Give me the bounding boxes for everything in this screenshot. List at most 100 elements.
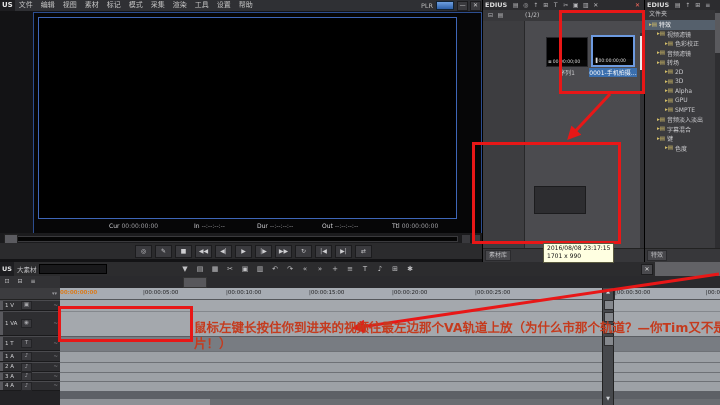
menu-item[interactable]: 文件 — [15, 0, 37, 11]
set-in-icon[interactable]: « — [300, 264, 310, 274]
clip-thumbnail-selected[interactable]: ▐00:00:00;00 — [591, 35, 635, 67]
track-height-button-4[interactable] — [604, 336, 614, 346]
palette-scrollbar[interactable] — [715, 10, 720, 248]
play-button[interactable]: ▶ — [235, 245, 252, 258]
effect-tab[interactable]: 特效 — [647, 250, 667, 261]
timeline-vscrollbar[interactable]: ▲ ▼ — [602, 288, 614, 405]
track-lane-a3[interactable] — [60, 372, 720, 381]
menu-item[interactable]: 工具 — [191, 0, 213, 11]
effect-tree-item[interactable]: ▸▤ 键 — [645, 134, 715, 144]
effect-tree-item[interactable]: ▸▤ 3D — [645, 77, 715, 87]
track-lane-a2[interactable] — [60, 362, 720, 372]
menu-item[interactable]: 渲染 — [169, 0, 191, 11]
menu-item[interactable]: 模式 — [125, 0, 147, 11]
track-height-button-1[interactable] — [604, 300, 614, 310]
menu-item[interactable]: 编辑 — [37, 0, 59, 11]
track-header-v[interactable]: 1 V ▣~ — [0, 300, 60, 311]
track-header-a1[interactable]: 1 A ♪~ — [0, 351, 60, 362]
effect-tree-item[interactable]: ▸▤ 特效 — [645, 20, 715, 30]
eye-icon[interactable]: ◉ — [21, 319, 32, 328]
new-sequence-icon[interactable]: ▼ — [180, 264, 190, 274]
menu-item[interactable]: 帮助 — [235, 0, 257, 11]
timeline-hscrollbar[interactable] — [60, 399, 720, 405]
speaker-icon[interactable]: ♪ — [21, 382, 32, 391]
collapse-icon[interactable]: ⊟ — [486, 11, 495, 20]
stop-button[interactable]: ■ — [175, 245, 192, 258]
speaker-icon[interactable]: ♪ — [21, 372, 32, 381]
layout-icon[interactable]: ⊞ — [390, 264, 400, 274]
track-height-button-2[interactable] — [604, 312, 614, 322]
effect-tree-item[interactable]: ▸▤ 视频滤镜 — [645, 30, 715, 40]
track-header-a3[interactable]: 3 A ♪~ — [0, 372, 60, 381]
up-folder-icon[interactable]: ↑ — [531, 1, 540, 10]
title-new-icon[interactable]: T — [551, 1, 560, 10]
menu-item[interactable]: 标记 — [103, 0, 125, 11]
rewind-button[interactable]: ◀◀ — [195, 245, 212, 258]
menu-item[interactable]: 素材 — [81, 0, 103, 11]
root-folder-icon[interactable]: ▤ — [496, 11, 505, 20]
menu-icon[interactable]: ≡ — [703, 1, 712, 10]
effect-tree-item[interactable]: ▸▤ GPU — [645, 96, 715, 106]
palette-scrollbar-handle[interactable] — [715, 13, 720, 53]
delete-icon[interactable]: ✕ — [591, 1, 600, 10]
folder-icon[interactable]: ▤ — [673, 1, 682, 10]
clip-thumbnail[interactable]: ≣00:00:00;00 — [546, 37, 588, 67]
effect-tree-item[interactable]: ▸▤ 2D — [645, 68, 715, 78]
title-track-icon[interactable]: T — [21, 339, 32, 348]
effect-tree-item[interactable]: ▸▤ 音频滤镜 — [645, 49, 715, 59]
menu-item[interactable]: 采集 — [147, 0, 169, 11]
menu-item[interactable]: 设置 — [213, 0, 235, 11]
speaker-icon[interactable]: ♪ — [21, 363, 32, 372]
effect-tree-item[interactable]: ▸▤ 色度 — [645, 144, 715, 154]
title-icon[interactable]: T — [360, 264, 370, 274]
zoom-tool-icon[interactable]: ◎ — [135, 245, 152, 258]
fast-forward-button[interactable]: ▶▶ — [275, 245, 292, 258]
close-icon[interactable]: ✕ — [641, 264, 653, 275]
track-lane-v[interactable] — [60, 300, 720, 311]
scroll-down-icon[interactable]: ▼ — [604, 396, 612, 403]
audio-mixer-icon[interactable]: ≡ — [345, 264, 355, 274]
bin-tab[interactable]: 素材库 — [485, 250, 511, 261]
track-lane-a4[interactable] — [60, 381, 720, 391]
track-lane-t[interactable] — [60, 336, 720, 351]
track-header-a4[interactable]: 4 A ♪~ — [0, 381, 60, 391]
effect-tree-item[interactable]: ▸▤ 音频淡入淡出 — [645, 115, 715, 125]
set-out-icon[interactable]: » — [315, 264, 325, 274]
minimize-icon[interactable]: — — [457, 1, 468, 11]
scroll-up-icon[interactable]: ▲ — [604, 289, 612, 296]
timeline-ruler[interactable]: 00:00:00:00|00:00:05:00|00:00:10:00|00:0… — [60, 288, 602, 300]
effect-tree-item[interactable]: ▸▤ 色彩校正 — [645, 39, 715, 49]
step-forward-button[interactable]: |▶ — [255, 245, 272, 258]
effect-tree-item[interactable]: ▸▤ SMPTE — [645, 106, 715, 116]
goto-in-button[interactable]: |◀ — [315, 245, 332, 258]
track-header-a2[interactable]: 2 A ♪~ — [0, 362, 60, 372]
copy-icon[interactable]: ▣ — [240, 264, 250, 274]
settings-icon[interactable]: ✱ — [405, 264, 415, 274]
track-lane-va[interactable] — [60, 311, 720, 336]
step-back-button[interactable]: ◀| — [215, 245, 232, 258]
search-icon[interactable]: ◎ — [521, 1, 530, 10]
paste-icon[interactable]: ▥ — [581, 1, 590, 10]
speaker-icon[interactable]: ♪ — [21, 352, 32, 361]
video-track-icon[interactable]: ▣ — [21, 301, 32, 310]
close-icon[interactable]: ✕ — [633, 2, 642, 9]
redo-icon[interactable]: ↷ — [285, 264, 295, 274]
sequence-tab-button[interactable] — [183, 277, 207, 288]
copy-icon[interactable]: ▣ — [571, 1, 580, 10]
timeline-ruler-right[interactable]: |00:00:30:00|00:0 — [615, 288, 720, 300]
folder-icon[interactable]: ▤ — [511, 1, 520, 10]
voiceover-icon[interactable]: ♪ — [375, 264, 385, 274]
match-frame-button[interactable]: ⇄ — [355, 245, 372, 258]
goto-out-button[interactable]: ▶| — [335, 245, 352, 258]
track-header-t[interactable]: 1 T T~ — [0, 336, 60, 351]
close-icon[interactable]: ✕ — [470, 1, 481, 11]
timeline-menu-icon[interactable]: ≡ — [28, 277, 38, 287]
save-project-icon[interactable]: ▦ — [210, 264, 220, 274]
timeline-hscroll-handle[interactable] — [60, 399, 210, 405]
track-height-button-3[interactable] — [604, 324, 614, 334]
effect-tree-item[interactable]: ▸▤ 转场 — [645, 58, 715, 68]
up-folder-icon[interactable]: ↑ — [683, 1, 692, 10]
bin-clip-video[interactable]: ▐00:00:00;00 0001-手机拍摄… — [589, 35, 637, 77]
open-project-icon[interactable]: ▤ — [195, 264, 205, 274]
effect-tree-item[interactable]: ▸▤ Alpha — [645, 87, 715, 97]
